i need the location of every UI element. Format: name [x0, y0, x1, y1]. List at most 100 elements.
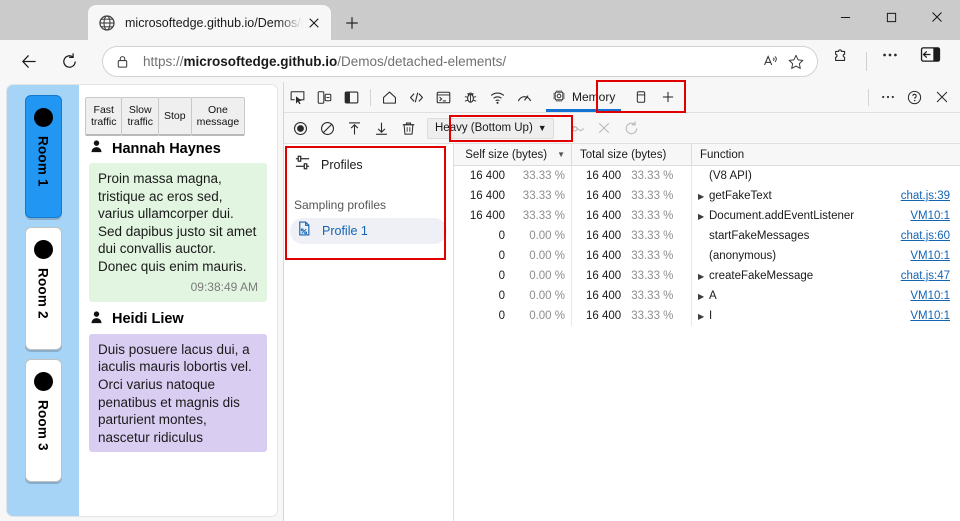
sources-debugger-icon[interactable]	[457, 84, 484, 111]
sidebar-toggle-button[interactable]	[920, 46, 941, 63]
function-name: (anonymous)	[709, 250, 777, 262]
inspect-element-icon[interactable]	[284, 84, 311, 111]
url-text: https://microsoftedge.github.io/Demos/de…	[143, 54, 757, 69]
table-row[interactable]: 16 400 33.33 % 16 400 33.33 % (V8 API)	[454, 166, 960, 186]
table-row[interactable]: 0 0.00 % 16 400 33.33 % (anonymous) VM10…	[454, 246, 960, 266]
source-link[interactable]: chat.js:60	[901, 230, 950, 242]
cell-self-size: 0 0.00 %	[454, 286, 572, 306]
grid-header-row: Self size (bytes) ▼ Total size (bytes) F…	[454, 144, 960, 166]
table-row[interactable]: 0 0.00 % 16 400 33.33 % startFakeMessage…	[454, 226, 960, 246]
message-bubble: Proin massa magna, tristique ac eros sed…	[89, 163, 267, 302]
function-name: createFakeMessage	[709, 270, 814, 282]
devtools-more-ellipsis-icon[interactable]	[874, 84, 901, 111]
column-header-total-size[interactable]: Total size (bytes)	[572, 144, 692, 165]
expand-triangle-icon[interactable]: ▶	[698, 292, 707, 301]
total-size-value: 16 400	[586, 230, 622, 242]
devtools-close-icon[interactable]	[928, 84, 955, 111]
tab-close-icon[interactable]	[303, 12, 325, 34]
source-link[interactable]: VM10:1	[910, 250, 950, 262]
self-size-value: 0	[498, 270, 505, 282]
dock-side-icon[interactable]	[338, 84, 365, 111]
source-link[interactable]: VM10:1	[910, 290, 950, 302]
profile-item-1[interactable]: Profile 1	[290, 218, 447, 244]
profiles-header: Profiles	[284, 154, 453, 176]
cell-total-size: 16 400 33.33 %	[572, 186, 692, 206]
total-size-value: 16 400	[586, 190, 622, 202]
one-message-line1: One	[207, 103, 228, 116]
function-name: I	[709, 310, 713, 322]
cell-function: ▶ createFakeMessage chat.js:47	[692, 266, 960, 286]
more-tools-plus-icon[interactable]	[654, 84, 681, 111]
room-item-1[interactable]: Room 1	[24, 95, 62, 218]
devtools-panel: Memory Heavy (Bottom Up) ▼ Profiles Samp…	[283, 82, 960, 521]
source-link[interactable]: VM10:1	[910, 310, 950, 322]
tab-memory-label: Memory	[572, 90, 616, 104]
table-row[interactable]: 16 400 33.33 % 16 400 33.33 % ▶ Document…	[454, 206, 960, 226]
column-header-self-size[interactable]: Self size (bytes) ▼	[454, 144, 572, 165]
navigation-bar: https://microsoftedge.github.io/Demos/de…	[0, 40, 960, 82]
self-size-percent: 0.00 %	[529, 270, 565, 282]
application-storage-icon[interactable]	[627, 84, 654, 111]
room-item-2[interactable]: Room 2	[24, 227, 62, 350]
cell-function: ▶ I VM10:1	[692, 306, 960, 326]
message-author-name: Heidi Liew	[112, 311, 184, 328]
view-mode-select[interactable]: Heavy (Bottom Up) ▼	[427, 117, 554, 139]
window-close-button[interactable]	[914, 0, 960, 34]
function-name: startFakeMessages	[709, 230, 810, 242]
total-size-value: 16 400	[586, 290, 622, 302]
help-question-circle-icon[interactable]	[901, 84, 928, 111]
clear-no-entry-icon[interactable]	[314, 115, 341, 142]
slow-traffic-line2: traffic	[127, 116, 153, 129]
split-screen-icon	[920, 47, 941, 62]
extensions-puzzle-icon	[835, 49, 846, 61]
profiles-sidebar: Profiles Sampling profiles Profile 1	[284, 144, 454, 521]
table-row[interactable]: 16 400 33.33 % 16 400 33.33 % ▶ getFakeT…	[454, 186, 960, 206]
console-icon[interactable]	[430, 84, 457, 111]
expand-triangle-icon[interactable]: ▶	[698, 212, 707, 221]
table-row[interactable]: 0 0.00 % 16 400 33.33 % ▶ createFakeMess…	[454, 266, 960, 286]
chat-messages-list[interactable]: Hannah Haynes Proin massa magna, tristiq…	[79, 131, 277, 516]
record-circle-icon[interactable]	[287, 115, 314, 142]
star-icon[interactable]	[783, 49, 809, 75]
extensions-button[interactable]	[832, 46, 850, 64]
read-aloud-icon[interactable]	[757, 49, 783, 75]
device-emulation-icon[interactable]	[311, 84, 338, 111]
elements-icon[interactable]	[403, 84, 430, 111]
column-header-function[interactable]: Function	[692, 144, 960, 165]
room-label: Room 3	[35, 400, 51, 451]
load-upload-arrow-icon[interactable]	[341, 115, 368, 142]
expand-triangle-icon[interactable]: ▶	[698, 272, 707, 281]
source-link[interactable]: VM10:1	[910, 210, 950, 222]
toolbar-separator	[370, 88, 371, 106]
room-item-3[interactable]: Room 3	[24, 359, 62, 482]
tab-memory[interactable]: Memory	[544, 82, 623, 112]
source-link[interactable]: chat.js:39	[901, 190, 950, 202]
minimize-button[interactable]	[822, 0, 868, 34]
expand-triangle-icon[interactable]: ▶	[698, 312, 707, 321]
welcome-home-icon[interactable]	[376, 84, 403, 111]
total-size-value: 16 400	[586, 210, 622, 222]
delete-trash-icon[interactable]	[395, 115, 422, 142]
browser-settings-button[interactable]	[880, 46, 900, 64]
save-download-arrow-icon[interactable]	[368, 115, 395, 142]
reload-button[interactable]	[54, 46, 84, 76]
maximize-button[interactable]	[868, 0, 914, 34]
new-tab-button[interactable]	[338, 9, 366, 36]
total-size-value: 16 400	[586, 270, 622, 282]
maximize-icon	[886, 12, 896, 22]
performance-icon[interactable]	[511, 84, 538, 111]
address-bar[interactable]: https://microsoftedge.github.io/Demos/de…	[102, 46, 818, 77]
expand-triangle-icon[interactable]: ▶	[698, 192, 707, 201]
tab-title: microsoftedge.github.io/Demos/d	[125, 15, 303, 30]
view-mode-label: Heavy (Bottom Up)	[435, 122, 533, 134]
page-viewport: Room 1 Room 2 Room 3 Fast traffic Slow tra…	[0, 82, 283, 521]
message-author: Hannah Haynes	[89, 139, 267, 158]
table-row[interactable]: 0 0.00 % 16 400 33.33 % ▶ I VM10:1	[454, 306, 960, 326]
source-link[interactable]: chat.js:47	[901, 270, 950, 282]
chevron-down-icon: ▼	[537, 123, 547, 133]
table-row[interactable]: 0 0.00 % 16 400 33.33 % ▶ A VM10:1	[454, 286, 960, 306]
cell-self-size: 0 0.00 %	[454, 306, 572, 326]
back-button[interactable]	[14, 46, 44, 76]
browser-tab[interactable]: microsoftedge.github.io/Demos/d	[88, 5, 331, 40]
network-icon[interactable]	[484, 84, 511, 111]
